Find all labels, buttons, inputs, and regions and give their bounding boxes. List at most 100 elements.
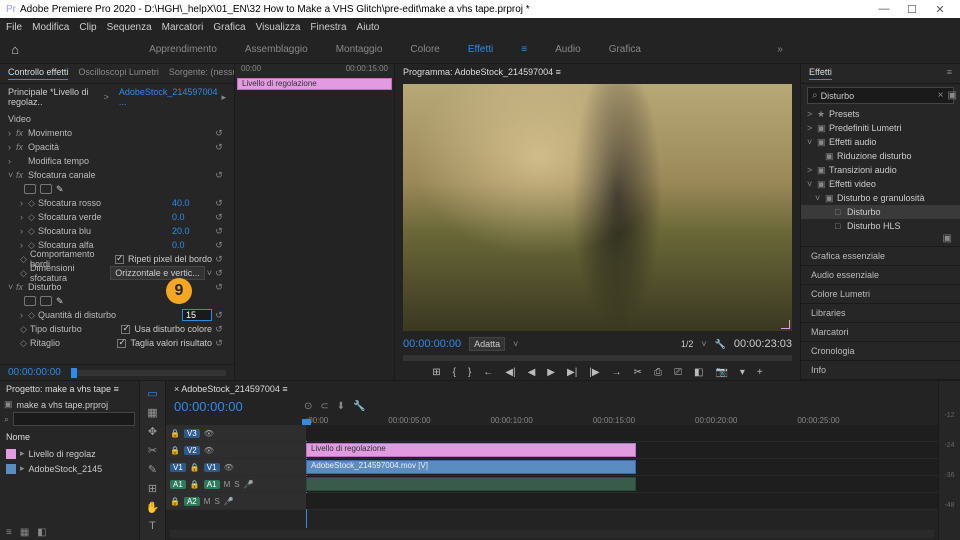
effects-tab[interactable]: Effetti [809,67,832,80]
fx-channel-blur[interactable]: Sfocatura canale [28,170,212,180]
mask-rect-icon[interactable] [40,184,52,194]
program-zoom[interactable]: 1/2 [681,339,694,349]
effect-tree-item[interactable]: >★Presets [801,107,960,121]
minimize-button[interactable]: — [870,3,898,15]
workspace-audio[interactable]: Audio [555,44,581,55]
transport-button[interactable]: ⎙ [654,367,662,378]
clip-audio[interactable] [306,477,636,491]
effect-tree-item[interactable]: □Disturbo [801,205,960,219]
effect-tree-item[interactable]: ˅▣Effetti audio [801,135,960,149]
project-item[interactable]: ▸AdobeStock_2145 [4,461,135,476]
workspace-colore[interactable]: Colore [410,44,439,55]
reset-icon[interactable]: ↺ [212,198,226,209]
tool-button[interactable]: ✋ [146,501,160,514]
reset-icon[interactable]: ↺ [212,268,226,279]
collapsed-panel[interactable]: Libraries [801,304,960,323]
color-noise-checkbox[interactable] [121,325,130,334]
blur-green-value[interactable]: 0.0 [172,212,212,222]
transport-button[interactable]: 📷 [715,367,727,378]
program-monitor[interactable] [403,84,792,331]
clip-values-checkbox[interactable] [117,339,126,348]
home-icon[interactable]: ⌂ [0,42,30,57]
program-scrubber[interactable] [403,355,792,361]
link-icon[interactable]: ⊂ [320,401,328,412]
transport-button[interactable]: ▾ [740,367,745,378]
panel-tab[interactable]: Controllo effetti [8,67,68,80]
program-in-timecode[interactable]: 00:00:00:00 [403,338,461,350]
mask-pen-icon[interactable]: ✎ [56,184,68,194]
source-clip-link[interactable]: AdobeStock_214597004 ... [119,87,218,107]
effect-tree-item[interactable]: □Disturbo HLS [801,219,960,231]
icon-view-icon[interactable]: ▦ [20,527,29,538]
reset-icon[interactable]: ↺ [212,240,226,251]
effect-tree-item[interactable]: ▣Riduzione disturbo [801,149,960,163]
collapsed-panel[interactable]: Info [801,361,960,380]
transport-button[interactable]: { [453,367,456,378]
new-bin-icon[interactable]: ▣ [947,90,956,101]
program-tab[interactable]: Programma: AdobeStock_214597004 [403,67,553,77]
program-fit-dropdown[interactable]: Adatta [469,337,505,351]
collapsed-panel[interactable]: Grafica essenziale [801,247,960,266]
transport-button[interactable]: ▶| [567,367,577,378]
transport-button[interactable]: → [612,367,622,378]
reset-icon[interactable]: ↺ [212,254,226,265]
menu-finestra[interactable]: Finestra [310,22,346,33]
mask-pen-icon[interactable]: ✎ [56,296,68,306]
menu-modifica[interactable]: Modifica [32,22,69,33]
tool-button[interactable]: T [149,520,156,532]
menu-aiuto[interactable]: Aiuto [357,22,380,33]
reset-icon[interactable]: ↺ [212,282,226,293]
close-button[interactable]: ✕ [926,3,954,16]
tool-button[interactable]: ✎ [148,463,157,476]
reset-icon[interactable]: ↺ [212,310,226,321]
menu-clip[interactable]: Clip [79,22,96,33]
fx-timeremap[interactable]: Modifica tempo [28,156,226,166]
noise-amount-input[interactable]: 15 [182,309,212,321]
settings-icon[interactable]: 🔧 [715,339,726,350]
workspace-montaggio[interactable]: Montaggio [336,44,383,55]
menu-grafica[interactable]: Grafica [213,22,245,33]
fx-motion[interactable]: Movimento [28,128,212,138]
clip-adjustment-layer[interactable]: Livello di regolazione [306,443,636,457]
transport-button[interactable]: ⎚ [674,367,682,378]
clear-search-icon[interactable]: × [938,90,944,101]
timeline-timecode[interactable]: 00:00:00:00 [174,399,304,414]
workspace-grafica[interactable]: Grafica [609,44,641,55]
mask-ellipse-icon[interactable] [24,184,36,194]
workspace-overflow[interactable]: » [760,44,800,55]
workspace-effetti[interactable]: Effetti [468,44,493,55]
freeform-view-icon[interactable]: ◧ [37,527,46,538]
maximize-button[interactable]: ☐ [898,3,926,16]
collapsed-panel[interactable]: Colore Lumetri [801,285,960,304]
tool-button[interactable]: ▦ [147,406,157,419]
transport-button[interactable]: ◀| [505,367,515,378]
clip-video[interactable]: AdobeStock_214597004.mov [V] [306,460,636,474]
transport-button[interactable]: ⊞ [432,367,440,378]
menu-sequenza[interactable]: Sequenza [107,22,152,33]
transport-button[interactable]: ▶ [547,367,555,378]
marker-icon[interactable]: ⬇ [337,401,345,412]
edge-repeat-checkbox[interactable] [115,255,124,264]
settings-icon[interactable]: 🔧 [353,401,365,412]
collapsed-panel[interactable]: Cronologia [801,342,960,361]
menu-marcatori[interactable]: Marcatori [162,22,204,33]
reset-icon[interactable]: ↺ [212,226,226,237]
blur-alpha-value[interactable]: 0.0 [172,240,212,250]
transport-button[interactable]: ◀ [528,367,536,378]
transport-button[interactable]: } [468,367,471,378]
effect-panel-timecode[interactable]: 00:00:00:00 [8,367,61,378]
panel-tab[interactable]: Oscilloscopi Lumetri [78,67,159,80]
transport-button[interactable]: ← [483,367,493,378]
fx-opacity[interactable]: Opacità [28,142,212,152]
column-header-name[interactable]: Nome [4,428,135,446]
transport-button[interactable]: ◧ [694,367,703,378]
blur-dim-dropdown[interactable]: Orizzontale e vertic... [110,266,205,280]
tool-button[interactable]: ⊞ [148,482,157,495]
reset-icon[interactable]: ↺ [212,128,226,139]
reset-icon[interactable]: ↺ [212,338,226,349]
collapsed-panel[interactable]: Marcatori [801,323,960,342]
sequence-tab[interactable]: AdobeStock_214597004 [181,384,280,394]
menu-file[interactable]: File [6,22,22,33]
new-folder-icon[interactable]: ▣ [801,231,960,246]
panel-menu-icon[interactable]: ≡ [947,67,952,80]
